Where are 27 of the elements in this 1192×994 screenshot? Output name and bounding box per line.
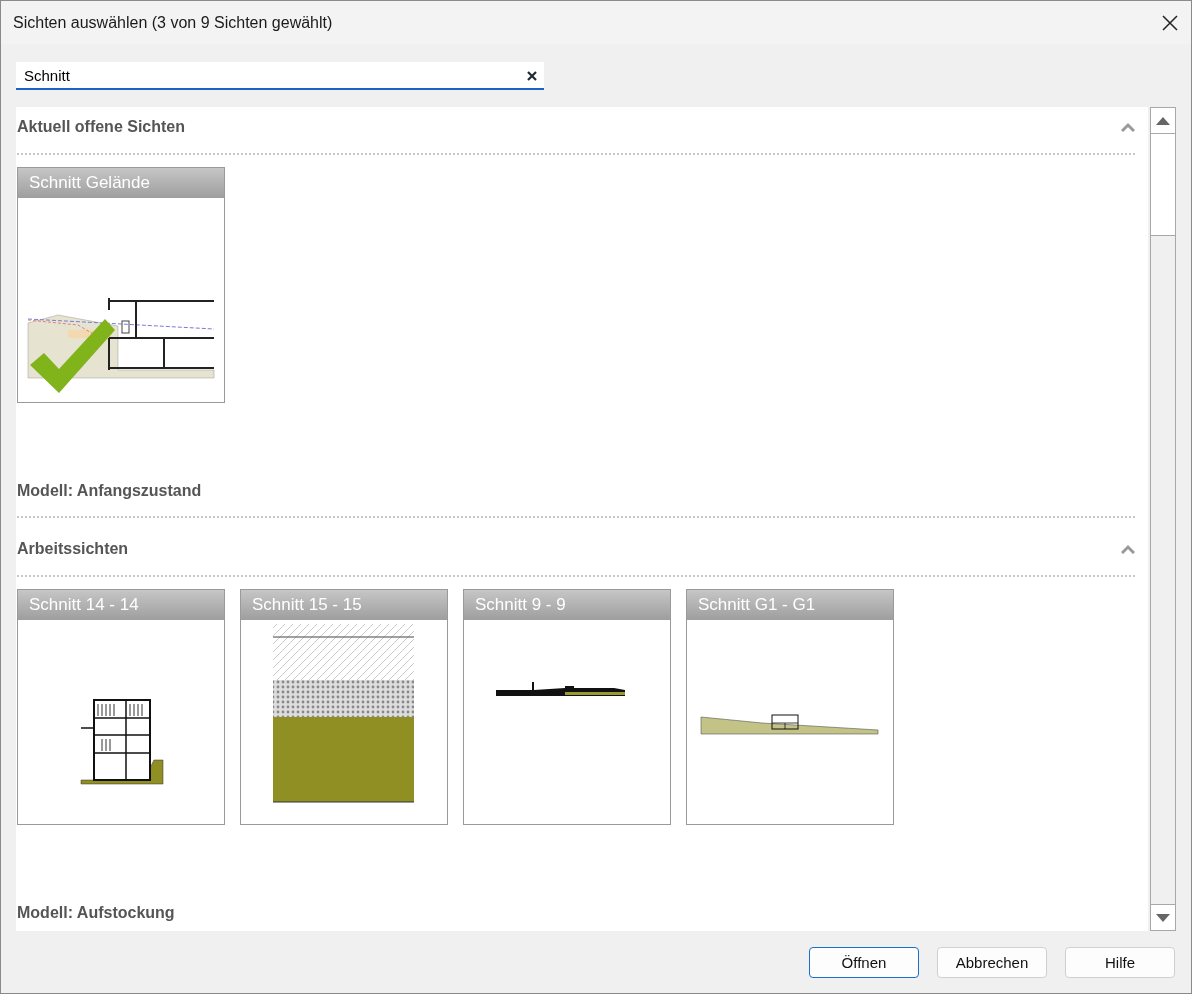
dialog-button[interactable]: Öffnen <box>809 946 919 978</box>
window-title: Sichten auswählen (3 von 9 Sichten gewählt) <box>13 13 333 32</box>
scroll-up-icon[interactable] <box>1156 116 1170 125</box>
model-heading: Modell: Anfangszustand <box>17 481 202 501</box>
view-card[interactable]: Schnitt 15 - 15 <box>240 589 448 825</box>
view-card[interactable]: Schnitt G1 - G1 <box>686 589 894 825</box>
collapse-chevron-icon[interactable] <box>1121 544 1135 554</box>
close-icon[interactable] <box>1161 13 1179 32</box>
view-title: Schnitt G1 - G1 <box>687 590 893 620</box>
group-heading: Arbeitssichten <box>17 539 129 559</box>
view-card[interactable]: Schnitt Gelände <box>17 167 225 403</box>
scroll-thumb[interactable] <box>1151 133 1175 236</box>
view-title: Schnitt 15 - 15 <box>241 590 447 620</box>
dialog-button[interactable]: Abbrechen <box>937 946 1047 978</box>
view-card[interactable]: Schnitt 9 - 9 <box>463 589 671 825</box>
collapse-chevron-icon[interactable] <box>1121 122 1135 132</box>
model-heading: Modell: Aufstockung <box>17 903 175 923</box>
view-title: Schnitt 9 - 9 <box>464 590 670 620</box>
view-title: Schnitt 14 - 14 <box>18 590 224 620</box>
clear-icon[interactable] <box>527 71 537 81</box>
dialog-button[interactable]: Hilfe <box>1065 946 1175 978</box>
scroll-down-icon[interactable] <box>1156 913 1170 922</box>
group-heading: Aktuell offene Sichten <box>17 117 186 137</box>
scrollbar[interactable] <box>1150 107 1176 931</box>
search-field[interactable]: Schnitt <box>16 62 544 90</box>
view-card[interactable]: Schnitt 14 - 14 <box>17 589 225 825</box>
view-title: Schnitt Gelände <box>18 168 224 198</box>
